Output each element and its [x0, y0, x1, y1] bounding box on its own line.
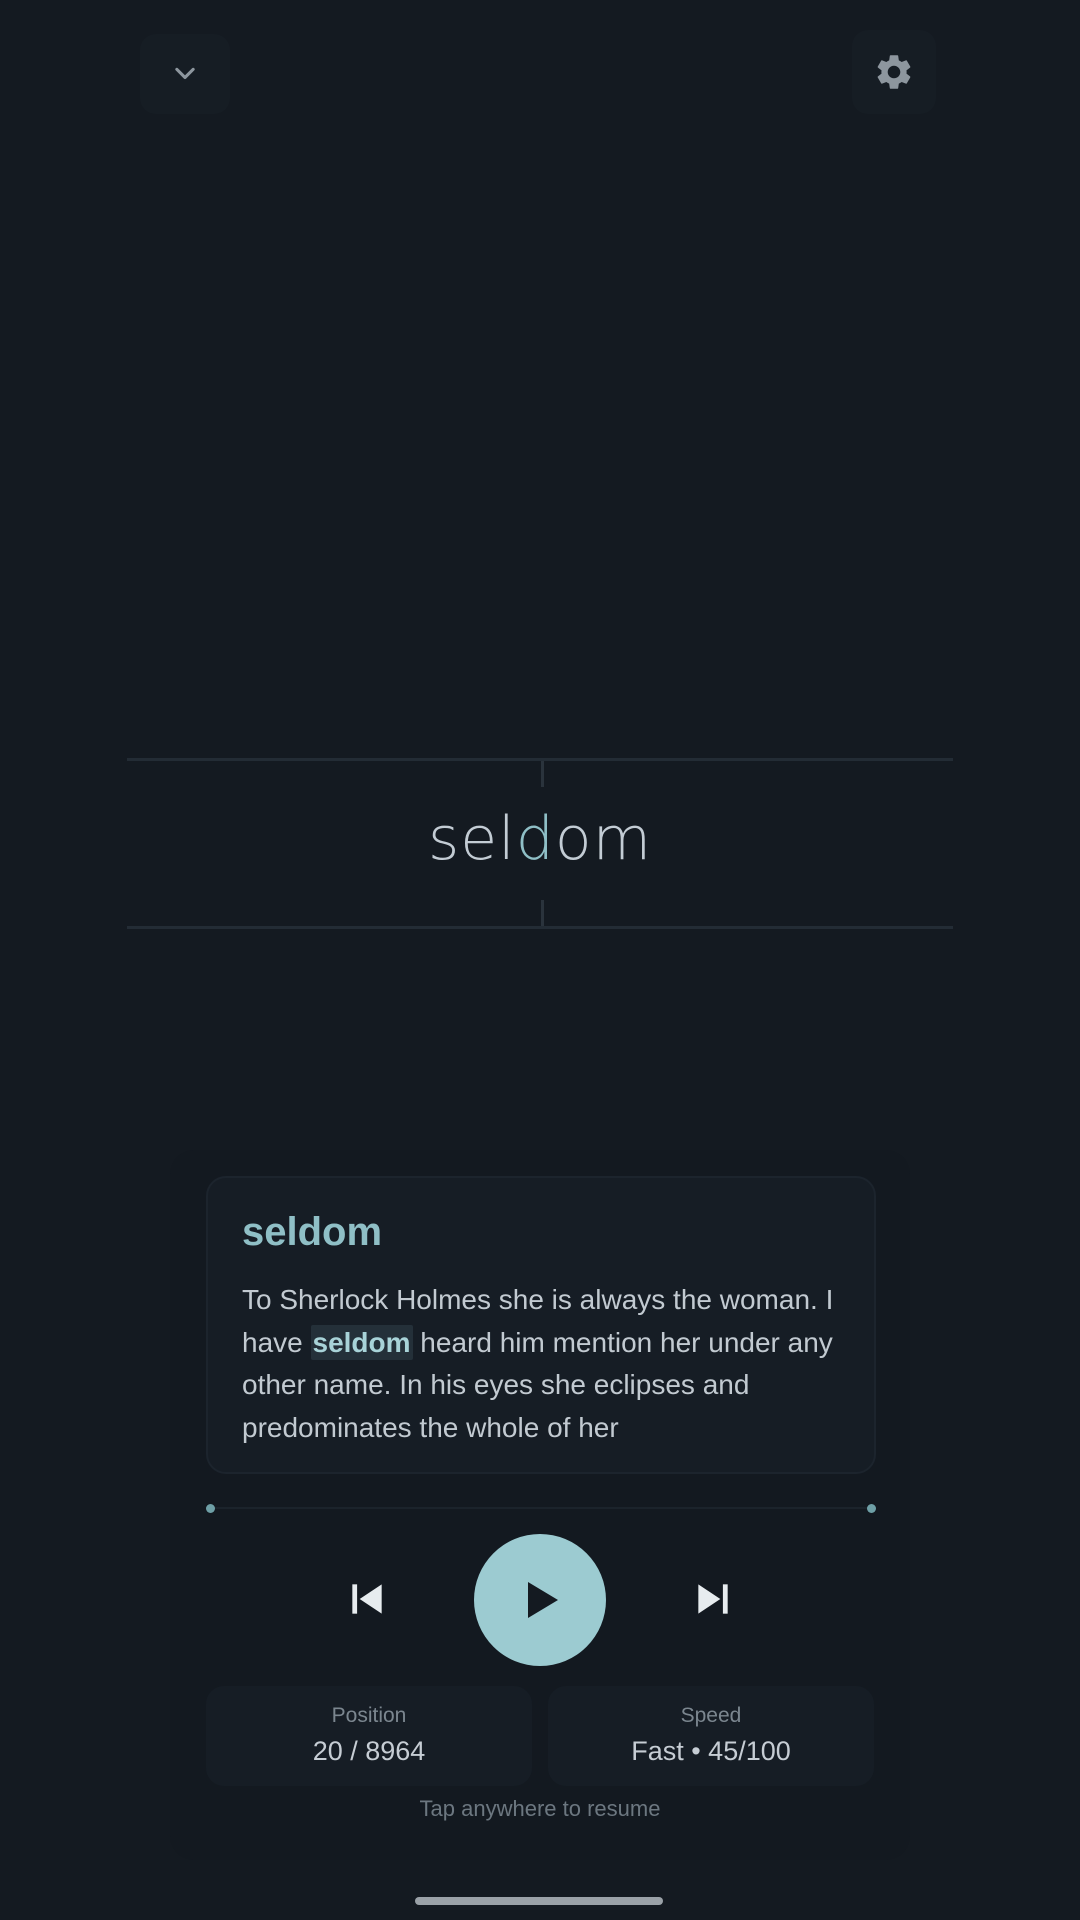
- rsvp-reader[interactable]: seldom: [127, 758, 953, 930]
- play-icon: [528, 1582, 558, 1618]
- progress-start-dot: [206, 1504, 215, 1513]
- skip-next-icon: [698, 1584, 728, 1614]
- context-text: To Sherlock Holmes she is always the wom…: [242, 1279, 840, 1449]
- context-word: seldom: [242, 1210, 383, 1254]
- progress-track: [210, 1507, 872, 1509]
- next-button[interactable]: [680, 1562, 746, 1636]
- position-value: 20 / 8964: [312, 1736, 426, 1766]
- current-word: seldom: [127, 804, 953, 874]
- position-stat[interactable]: Position 20 / 8964: [206, 1686, 532, 1786]
- progress-end-dot: [867, 1504, 876, 1513]
- word-focus-letter: d: [515, 804, 555, 874]
- word-suffix: om: [554, 804, 653, 874]
- speed-value: Fast • 45/100: [631, 1736, 791, 1766]
- reader-bottom-rule: [127, 926, 953, 929]
- progress-bar[interactable]: [206, 1503, 876, 1513]
- previous-button[interactable]: [334, 1562, 400, 1636]
- context-card[interactable]: seldom To Sherlock Holmes she is always …: [206, 1176, 876, 1474]
- chevron-down-icon: [175, 67, 195, 80]
- resume-hint: Tap anywhere to resume: [419, 1796, 661, 1821]
- play-button[interactable]: [474, 1534, 606, 1666]
- position-label: Position: [331, 1704, 407, 1727]
- reader-bottom-focus-tick: [541, 900, 544, 926]
- collapse-button[interactable]: [140, 34, 230, 114]
- word-prefix: sel: [427, 804, 516, 874]
- settings-button[interactable]: [852, 30, 936, 114]
- context-highlight: seldom: [310, 1324, 413, 1360]
- home-indicator[interactable]: [415, 1897, 663, 1905]
- speed-label: Speed: [680, 1704, 742, 1727]
- reader-top-rule: [127, 758, 953, 761]
- speed-stat[interactable]: Speed Fast • 45/100: [548, 1686, 874, 1786]
- reader-top-focus-tick: [541, 761, 544, 787]
- gear-icon: [877, 55, 911, 89]
- skip-previous-icon: [352, 1584, 382, 1614]
